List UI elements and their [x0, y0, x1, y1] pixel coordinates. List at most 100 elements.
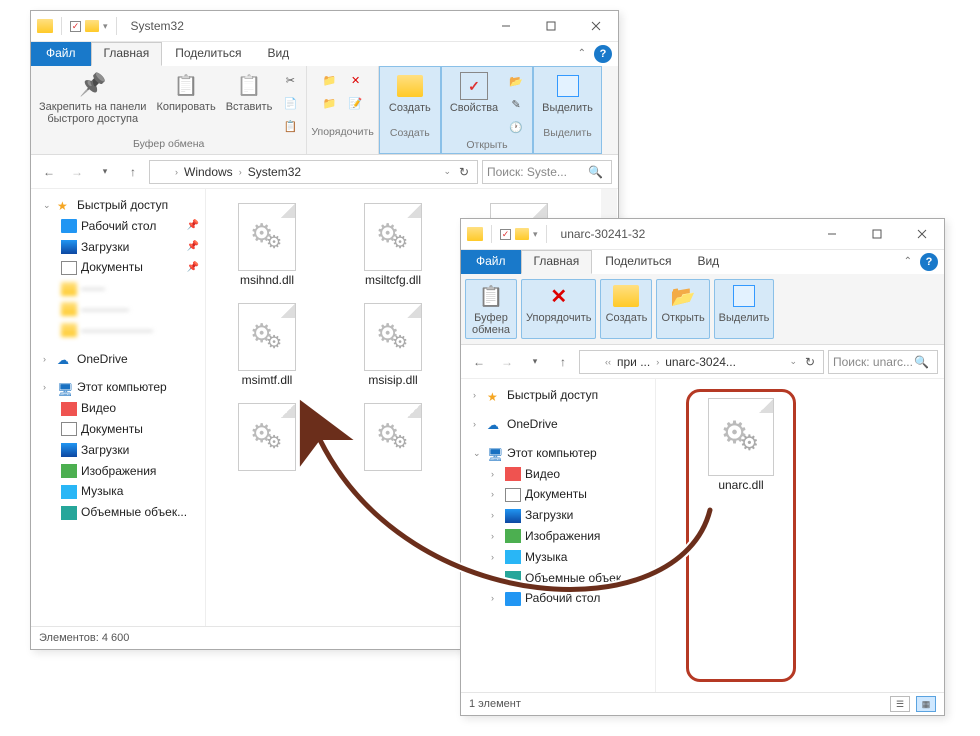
maximize-button[interactable] [528, 11, 573, 42]
titlebar[interactable]: ✓ ▾ unarc-30241-32 [461, 219, 944, 250]
history-button[interactable]: 🕐 [504, 116, 528, 138]
breadcrumb-windows[interactable]: Windows [181, 165, 236, 179]
delete-button[interactable]: ✕ [344, 69, 368, 91]
nav-3dobjects[interactable]: ›Объемные объек... [463, 568, 653, 589]
nav-downloads[interactable]: ›Загрузки [463, 505, 653, 526]
close-button[interactable] [573, 11, 618, 42]
create-button[interactable]: Создать [384, 70, 436, 116]
file-list[interactable]: unarc.dll [656, 379, 944, 692]
paste-button[interactable]: Вставить [222, 69, 277, 115]
nav-music[interactable]: Музыка [33, 481, 203, 502]
close-button[interactable] [899, 219, 944, 250]
maximize-button[interactable] [854, 219, 899, 250]
qat-properties-icon[interactable]: ✓ [500, 229, 511, 240]
create-button[interactable]: Создать [600, 279, 652, 339]
edit-button[interactable]: ✎ [504, 93, 528, 115]
nav-thispc[interactable]: ›Этот компьютер [33, 377, 203, 398]
file-item[interactable] [212, 399, 322, 475]
paste-shortcut-button[interactable]: 📋 [278, 115, 302, 137]
open-button[interactable]: 📂 [504, 70, 528, 92]
view-tab[interactable]: Вид [684, 250, 732, 274]
cut-button[interactable]: ✂ [278, 69, 302, 91]
refresh-button[interactable]: ↻ [799, 355, 821, 369]
titlebar[interactable]: ✓ ▾ System32 [31, 11, 618, 42]
nav-onedrive[interactable]: ›OneDrive [33, 349, 203, 370]
qat-newfolder-icon[interactable] [515, 228, 529, 240]
open-button[interactable]: Открыть [656, 279, 709, 339]
collapse-ribbon-icon[interactable]: ⌃ [900, 250, 920, 274]
details-view-button[interactable]: ☰ [890, 696, 910, 712]
nav-3dobjects[interactable]: Объемные объек... [33, 502, 203, 523]
nav-onedrive[interactable]: ›OneDrive [463, 414, 653, 435]
view-tab[interactable]: Вид [254, 42, 302, 66]
refresh-button[interactable]: ↻ [453, 165, 475, 179]
share-tab[interactable]: Поделиться [162, 42, 254, 66]
nav-quick-access[interactable]: ⌄Быстрый доступ [33, 195, 203, 216]
home-tab[interactable]: Главная [521, 250, 593, 274]
file-item-unarc[interactable]: unarc.dll [686, 389, 796, 682]
chevron-right-icon[interactable]: › [174, 167, 179, 177]
clipboard-button[interactable]: Буфер обмена [465, 279, 517, 339]
chevron-right-icon[interactable]: › [655, 357, 660, 367]
minimize-button[interactable] [483, 11, 528, 42]
moveto-button[interactable]: 📁 [318, 69, 342, 91]
help-icon[interactable]: ? [920, 253, 938, 271]
file-item[interactable]: msimtf.dll [212, 299, 322, 391]
recent-dropdown-icon[interactable]: ▾ [93, 160, 117, 184]
navigation-pane[interactable]: ⌄Быстрый доступ Рабочий стол📌 Загрузки📌 … [31, 189, 206, 626]
properties-button[interactable]: Свойства [446, 70, 502, 116]
search-input[interactable]: Поиск: Syste... 🔍 [482, 160, 612, 184]
search-icon[interactable]: 🔍 [914, 355, 929, 369]
minimize-button[interactable] [809, 219, 854, 250]
nav-desktop[interactable]: ›Рабочий стол [463, 588, 653, 609]
organize-button[interactable]: ✕ Упорядочить [521, 279, 596, 339]
chevron-left-icon[interactable]: ‹‹ [604, 357, 612, 367]
up-button[interactable]: ↑ [551, 350, 575, 374]
copy-button[interactable]: Копировать [152, 69, 219, 115]
breadcrumb-system32[interactable]: System32 [245, 165, 304, 179]
qat-properties-icon[interactable]: ✓ [70, 21, 81, 32]
qat-newfolder-icon[interactable] [85, 20, 99, 32]
file-item[interactable] [338, 399, 448, 475]
help-icon[interactable]: ? [594, 45, 612, 63]
nav-music[interactable]: ›Музыка [463, 547, 653, 568]
recent-dropdown-icon[interactable]: ▾ [523, 350, 547, 374]
nav-downloads[interactable]: Загрузки📌 [33, 237, 203, 258]
rename-button[interactable]: 📝 [344, 92, 368, 114]
breadcrumb-dropdown-icon[interactable]: ⌄ [789, 356, 797, 367]
pin-quickaccess-button[interactable]: Закрепить на панели быстрого доступа [35, 69, 150, 127]
qat-dropdown-icon[interactable]: ▾ [533, 229, 538, 240]
back-button[interactable]: ← [37, 160, 61, 184]
nav-desktop[interactable]: Рабочий стол📌 [33, 216, 203, 237]
nav-blurred-item[interactable]: —————— [33, 320, 203, 341]
home-tab[interactable]: Главная [91, 42, 163, 66]
breadcrumb-dropdown-icon[interactable]: ⌄ [443, 166, 451, 177]
file-item[interactable]: msihnd.dll [212, 199, 322, 291]
copyto-button[interactable]: 📁 [318, 92, 342, 114]
file-tab[interactable]: Файл [461, 250, 521, 274]
icons-view-button[interactable]: ▦ [916, 696, 936, 712]
breadcrumb-box[interactable]: ‹‹ при ... › unarc-3024... ⌄ ↻ [579, 350, 824, 374]
search-input[interactable]: Поиск: unarc... 🔍 [828, 350, 938, 374]
nav-documents[interactable]: Документы📌 [33, 257, 203, 278]
nav-video[interactable]: ›Видео [463, 464, 653, 485]
nav-thispc[interactable]: ⌄Этот компьютер [463, 443, 653, 464]
up-button[interactable]: ↑ [121, 160, 145, 184]
nav-video[interactable]: Видео [33, 398, 203, 419]
file-tab[interactable]: Файл [31, 42, 91, 66]
select-button[interactable]: Выделить [538, 70, 597, 116]
file-item[interactable]: msisip.dll [338, 299, 448, 391]
copypath-button[interactable]: 📄 [278, 92, 302, 114]
back-button[interactable]: ← [467, 350, 491, 374]
nav-blurred-item[interactable]: —— [33, 278, 203, 299]
file-item[interactable]: msiltcfg.dll [338, 199, 448, 291]
nav-pictures[interactable]: Изображения [33, 461, 203, 482]
share-tab[interactable]: Поделиться [592, 250, 684, 274]
forward-button[interactable]: → [65, 160, 89, 184]
nav-pictures[interactable]: ›Изображения [463, 526, 653, 547]
nav-documents2[interactable]: Документы [33, 419, 203, 440]
nav-downloads2[interactable]: Загрузки [33, 440, 203, 461]
nav-blurred-item[interactable]: ———— [33, 299, 203, 320]
chevron-right-icon[interactable]: › [238, 167, 243, 177]
nav-quick-access[interactable]: ›Быстрый доступ [463, 385, 653, 406]
